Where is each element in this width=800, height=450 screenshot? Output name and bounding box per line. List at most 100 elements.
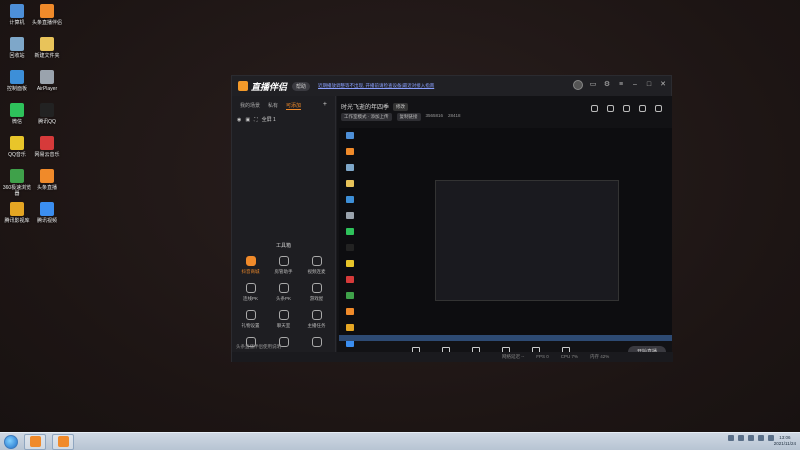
- room-id: 3565816: [425, 113, 444, 118]
- app-icon: [10, 169, 24, 183]
- desktop-icon[interactable]: 头条直播: [32, 169, 62, 191]
- desktop-icon[interactable]: 360极速浏览器: [2, 169, 32, 197]
- layout-icon[interactable]: [607, 105, 614, 112]
- desktop-icon[interactable]: 腾讯QQ: [32, 103, 62, 125]
- desktop-icon-label: 腾讯影视库: [4, 218, 30, 224]
- preview-icon: [346, 132, 354, 139]
- tool-label: 游戏屋: [309, 296, 324, 301]
- toolbox: 抖音商城 房管助手 视频连麦连线PK 头条PK 游戏屋礼物设置 聊天室 主播任务: [234, 256, 334, 350]
- share-icon[interactable]: [655, 105, 662, 112]
- tool-label: 主播任务: [307, 323, 326, 328]
- menu-icon[interactable]: ≡: [617, 81, 625, 89]
- tool-icon: [278, 256, 289, 266]
- settings-icon[interactable]: ⚙: [603, 81, 611, 89]
- app-logo: 直播伴侣: [238, 80, 287, 93]
- desktop-icon[interactable]: 网易云音乐: [32, 136, 62, 158]
- grid-icon[interactable]: [623, 105, 630, 112]
- stat-readout: 网络延迟 --: [502, 354, 525, 359]
- eye-icon[interactable]: ◉: [237, 117, 241, 123]
- tool-icon: [278, 283, 289, 293]
- preview-icon: [346, 164, 354, 171]
- fullscreen-icon: ⛶: [254, 116, 258, 123]
- desktop-icon[interactable]: 微信: [2, 103, 32, 125]
- notice-link[interactable]: 近期播放调整等不出现, 开播前请检查设备|最近对接入指南: [318, 83, 434, 89]
- avatar[interactable]: [573, 80, 583, 90]
- desktop-icon[interactable]: 腾讯视频: [32, 202, 62, 224]
- tray-icon[interactable]: [728, 435, 734, 441]
- help-button[interactable]: 帮助: [292, 81, 311, 91]
- desktop-icon-label: 新建文件夹: [34, 53, 60, 59]
- tool-item[interactable]: 房管助手: [267, 256, 300, 275]
- preview-icon: [346, 276, 354, 283]
- taskbar-app-2[interactable]: [52, 433, 74, 450]
- mode-pill[interactable]: 工作室模式 · 添加上传: [341, 113, 392, 121]
- lock-icon[interactable]: ▣: [245, 117, 250, 123]
- usage-guide-link[interactable]: 头条直播伴侣使用说明: [236, 344, 281, 350]
- volume-icon[interactable]: [758, 435, 764, 441]
- app-icon: [10, 70, 24, 84]
- desktop-icon[interactable]: AirPlayer: [32, 70, 62, 92]
- title-bar: 直播伴侣 帮助 近期播放调整等不出现, 开播前请检查设备|最近对接入指南 ▭ ⚙…: [232, 76, 671, 96]
- desktop-icon[interactable]: 计算机: [2, 4, 32, 26]
- tool-item[interactable]: 头条PK: [267, 283, 300, 302]
- desktop-icon-label: 回收站: [9, 53, 25, 59]
- desktop-icon[interactable]: 回收站: [2, 37, 32, 59]
- tool-item[interactable]: 抖音商城: [234, 256, 267, 275]
- desktop-icon[interactable]: QQ音乐: [2, 136, 32, 158]
- tray-icon[interactable]: [748, 435, 754, 441]
- desktop-icon[interactable]: 腾讯影视库: [2, 202, 32, 224]
- app-icon: [29, 436, 41, 447]
- desktop-icon-label: 控制面板: [6, 86, 27, 92]
- copy-link-button[interactable]: 复制链接: [396, 113, 421, 121]
- preview-icon: [346, 148, 354, 155]
- scene-panel: 我的场景 私有 可添加 + ◉ ▣ ⛶ 全屏 1 工具箱 抖音商城 房管助手 视频连…: [232, 96, 336, 352]
- start-button[interactable]: [4, 434, 18, 449]
- home-icon[interactable]: [639, 105, 646, 112]
- desktop-icon-label: 腾讯视频: [36, 218, 57, 224]
- tool-item[interactable]: 主播任务: [300, 310, 333, 329]
- stat-readout: FPS 0: [536, 354, 549, 359]
- logo-icon: [238, 81, 248, 91]
- desktop-icon[interactable]: 头条直播伴侣: [32, 4, 62, 26]
- app-icon: [10, 202, 24, 216]
- taskbar-app-1[interactable]: [24, 433, 46, 450]
- tab-my-scenes[interactable]: 我的场景: [240, 102, 260, 110]
- app-icon: [40, 103, 54, 117]
- edit-title-button[interactable]: 修改: [393, 102, 409, 111]
- record-icon[interactable]: [591, 105, 598, 112]
- live-companion-window: 直播伴侣 帮助 近期播放调整等不出现, 开播前请检查设备|最近对接入指南 ▭ ⚙…: [231, 75, 673, 362]
- tab-addable[interactable]: 可添加: [286, 102, 302, 110]
- logo-text: 直播伴侣: [251, 81, 288, 92]
- add-scene-button[interactable]: +: [323, 101, 327, 110]
- tool-label: 房管助手: [274, 269, 293, 274]
- preview-icon: [346, 228, 354, 235]
- tool-item[interactable]: 视频连麦: [300, 256, 333, 275]
- tab-private[interactable]: 私有: [268, 102, 278, 110]
- tool-item[interactable]: 连线PK: [234, 283, 267, 302]
- preview-icon: [346, 244, 354, 251]
- fans-count: 28418: [448, 113, 461, 118]
- clock[interactable]: 13:06 2021/11/24: [774, 435, 796, 447]
- close-icon[interactable]: ✕: [659, 81, 667, 89]
- stat-readout: CPU 7%: [560, 354, 579, 359]
- desktop-icon[interactable]: 新建文件夹: [32, 37, 62, 59]
- screen-icon[interactable]: ▭: [589, 81, 597, 89]
- maximize-icon[interactable]: □: [645, 81, 653, 89]
- minimize-icon[interactable]: –: [631, 81, 639, 89]
- tool-item[interactable]: 游戏屋: [300, 283, 333, 302]
- app-icon: [40, 4, 54, 18]
- app-icon: [57, 436, 69, 447]
- tool-item[interactable]: 聊天室: [267, 310, 300, 329]
- app-icon: [40, 202, 54, 216]
- desktop-icon-label: 腾讯QQ: [38, 119, 56, 125]
- app-icon: [10, 136, 24, 150]
- scene-item[interactable]: ◉ ▣ ⛶ 全屏 1: [232, 110, 335, 129]
- app-icon: [10, 37, 24, 51]
- preview-icon: [346, 308, 354, 315]
- desktop-icon[interactable]: 控制面板: [2, 70, 32, 92]
- tool-item[interactable]: 礼物设置: [234, 310, 267, 329]
- tray-icon[interactable]: [738, 435, 744, 441]
- stream-preview[interactable]: [339, 128, 672, 347]
- tool-item[interactable]: [300, 337, 333, 350]
- scene-name: 全屏 1: [261, 117, 276, 123]
